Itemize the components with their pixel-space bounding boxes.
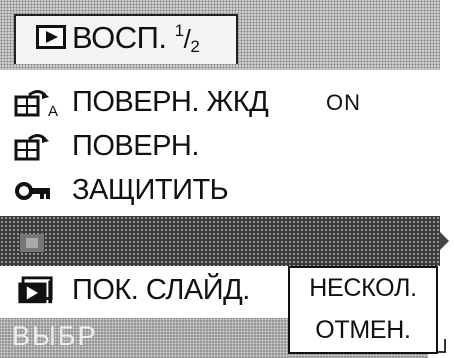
footer-hint: ВЫБР [12,321,98,351]
menu-item-label: ЗАЩИТИТЬ [72,174,229,206]
key-icon [15,182,50,200]
menu-item-protect[interactable]: ЗАЩИТИТЬ [0,168,440,214]
menu-item-label: ПОВЕРН. [72,130,199,162]
menu-item-selected[interactable] [0,216,440,266]
chevron-right-icon [440,232,449,250]
highlighted-item-icon [20,234,44,252]
title-text: ВОСП. [72,20,167,55]
svg-text:A: A [48,103,58,118]
menu-item-rotate-lcd[interactable]: A ПОВЕРН. ЖКД ON [0,80,440,126]
popup-corner-mark [438,339,446,353]
page-count: 2 [190,37,200,56]
camera-playback-menu-screen: ВОСП. 1/2 A ПОВЕРН. ЖКД ON ПОВЕРН. ЗАЩИТ… [0,0,454,358]
popup-option-multi[interactable]: НЕСКОЛ. [290,274,436,303]
page-title: ВОСП. 1/2 [72,20,200,57]
slideshow-options-popup: НЕСКОЛ. ОТМЕН. [288,266,438,354]
play-icon [36,25,66,49]
menu-tab[interactable]: ВОСП. 1/2 [14,14,238,64]
page-indicator: 1/2 [174,21,200,56]
menu-item-rotate[interactable]: ПОВЕРН. [0,124,440,170]
rotate-icon [14,134,49,161]
menu-item-label: ПОВЕРН. ЖКД [72,86,269,118]
menu-item-value: ON [326,90,361,115]
rotate-lcd-icon: A [14,90,58,118]
page-number: 1 [174,21,184,40]
popup-option-cancel[interactable]: ОТМЕН. [290,316,436,345]
slideshow-icon [18,276,53,304]
menu-item-label: ПОК. СЛАЙД. [72,274,250,306]
